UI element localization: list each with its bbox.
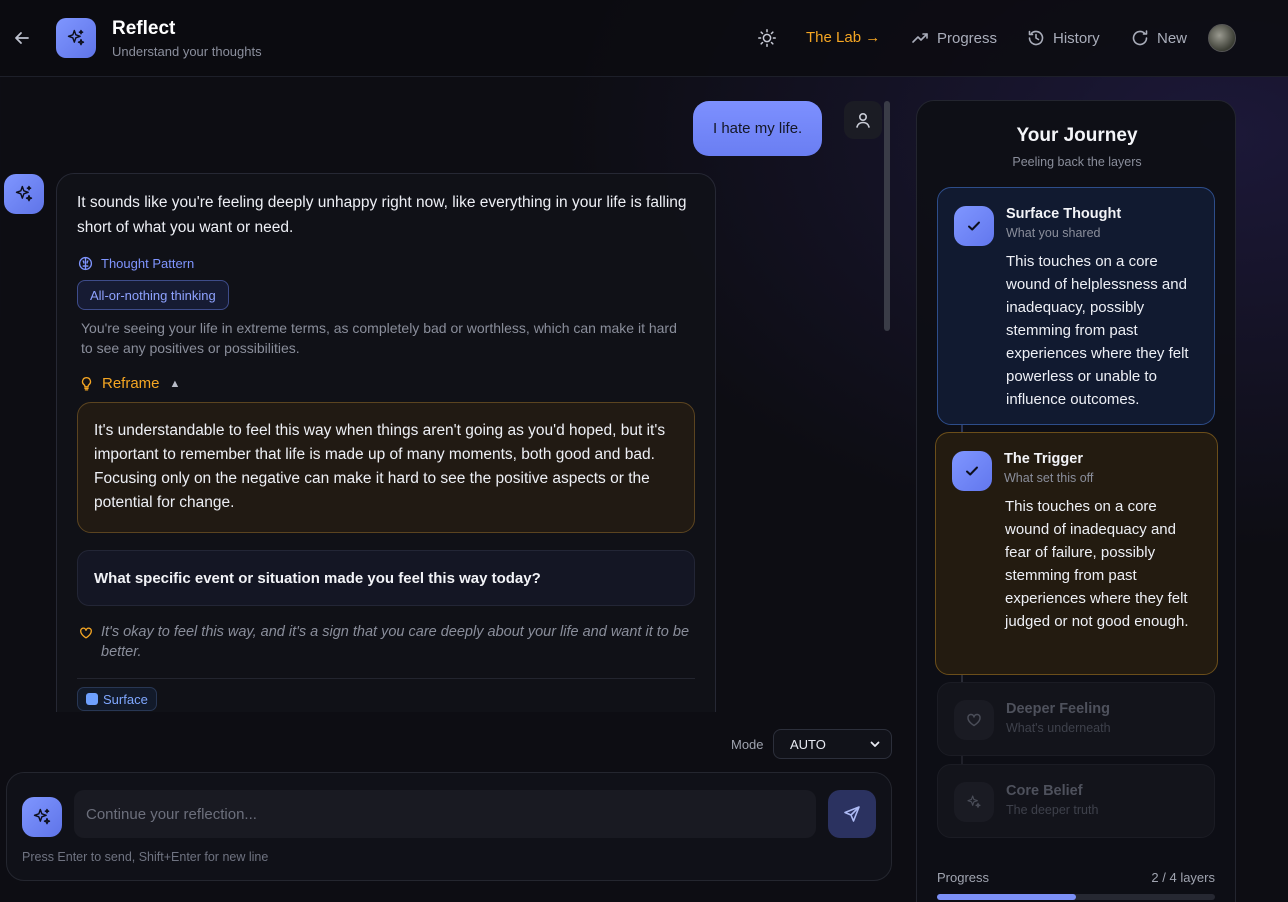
thought-pattern-label: Thought Pattern [101,256,195,271]
step-name: The Trigger [1004,451,1083,467]
assistant-message-card: It sounds like you're feeling deeply unh… [56,173,716,712]
chat-scrollbar[interactable] [884,101,890,331]
lightbulb-icon [81,377,92,391]
journey-title: Your Journey [1016,125,1138,146]
step-body: This touches on a core wound of helpless… [1006,253,1189,408]
reframe-collapse-caret: ▲ [169,377,181,390]
thought-pattern-description: You're seeing your life in extreme terms… [81,320,677,356]
composer-sparkles-icon [22,797,62,837]
nav-progress-link[interactable]: Progress [911,29,997,47]
mode-selected-value: AUTO [790,736,826,752]
app-title: Reflect [112,18,176,39]
nav-the-lab-label: The Lab → [806,29,881,46]
history-icon [1028,30,1044,46]
chevron-down-icon [870,741,880,747]
send-button[interactable] [828,790,876,838]
heart-icon [954,700,994,740]
assistant-message-text: It sounds like you're feeling deeply unh… [77,194,687,236]
user-icon [844,101,882,139]
theme-toggle-sun-icon[interactable] [757,28,777,48]
check-icon [952,451,992,491]
send-icon [844,806,860,822]
user-message-bubble: I hate my life. [693,101,823,156]
nav-history-link[interactable]: History [1027,29,1100,47]
step-hint: What you shared [1006,226,1101,240]
step-connector [961,756,963,764]
sparkles-logo-icon [56,18,96,58]
check-icon [954,206,994,246]
reframe-label: Reframe [102,375,160,392]
composer-card: Press Enter to send, Shift+Enter for new… [6,772,892,881]
step-name: Surface Thought [1006,206,1122,222]
back-arrow-icon[interactable] [12,28,32,48]
journey-step-deeper-feeling[interactable]: Deeper Feeling What's underneath [937,682,1215,756]
thought-pattern-heading: Thought Pattern [78,256,194,271]
reframe-text-box: It's understandable to feel this way whe… [77,402,695,533]
layer-chip-surface: Surface [77,687,157,711]
step-hint: What set this off [1004,471,1094,485]
app-subtitle: Understand your thoughts [112,44,262,59]
heart-icon [80,627,92,639]
journey-panel: Your Journey Peeling back the layers Sur… [916,100,1236,902]
sparkles-icon [954,782,994,822]
nav-new-label: New [1157,29,1188,47]
journey-subtitle: Peeling back the layers [1012,155,1142,169]
layer-square-icon [86,693,98,705]
journey-step-surface-thought[interactable]: Surface Thought What you shared This tou… [937,187,1215,425]
card-divider [77,678,695,679]
step-body: This touches on a core wound of inadequa… [1005,498,1189,630]
journey-step-core-belief[interactable]: Core Belief The deeper truth [937,764,1215,838]
reframe-toggle[interactable]: Reframe ▲ [79,375,180,392]
step-hint: The deeper truth [1006,803,1099,817]
encouragement-text: It's okay to feel this way, and it's a s… [101,624,690,660]
thought-pattern-chip: All-or-nothing thinking [77,280,229,310]
follow-up-question: What specific event or situation made yo… [77,550,695,606]
layer-chip-label: Surface [103,691,148,707]
mode-select[interactable]: AUTO [773,729,892,759]
step-name: Deeper Feeling [1006,701,1110,717]
reflection-input[interactable] [74,790,816,838]
user-message-text: I hate my life. [713,120,803,137]
nav-the-lab-link[interactable]: The Lab → [806,29,880,46]
step-name: Core Belief [1006,783,1083,799]
progress-count: 2 / 4 layers [1151,870,1215,885]
assistant-sparkles-icon [4,174,44,214]
journey-step-the-trigger[interactable]: The Trigger What set this off This touch… [935,432,1218,675]
app-header: Reflect Understand your thoughts The Lab… [0,0,1288,77]
mode-label: Mode [731,737,764,752]
refresh-icon [1132,30,1148,46]
step-hint: What's underneath [1006,721,1111,735]
encouragement-note: It's okay to feel this way, and it's a s… [79,622,699,662]
trending-up-icon [912,33,928,43]
brain-icon [78,256,93,271]
progress-bar-fill [937,894,1076,900]
progress-bar [937,894,1215,900]
composer-hint: Press Enter to send, Shift+Enter for new… [22,850,269,864]
progress-label: Progress [937,870,990,885]
nav-progress-label: Progress [937,29,998,47]
nav-new-button[interactable]: New [1131,29,1187,47]
chat-area: I hate my life. It sounds like you're fe… [0,78,900,712]
user-avatar[interactable] [1208,24,1236,52]
nav-history-label: History [1053,29,1100,47]
